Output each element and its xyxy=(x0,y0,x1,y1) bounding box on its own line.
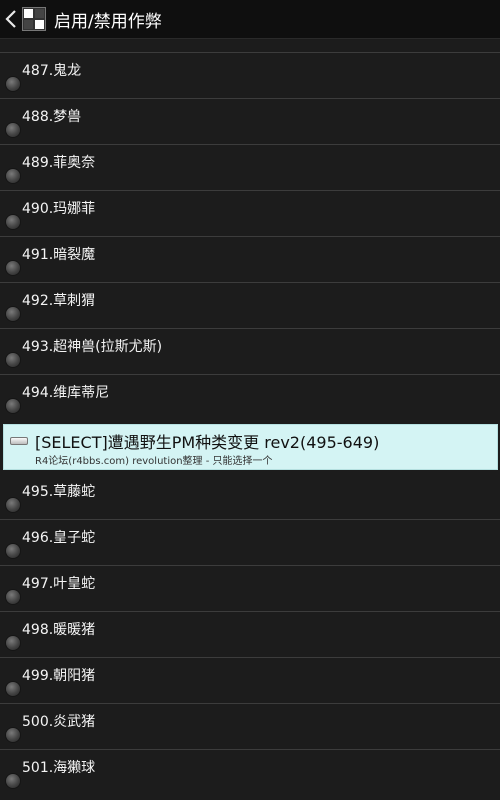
radio-icon[interactable] xyxy=(6,399,20,413)
radio-icon[interactable] xyxy=(6,123,20,137)
list-item-label: 494.维库蒂尼 xyxy=(22,385,110,401)
list-item[interactable]: 496.皇子蛇 xyxy=(0,519,500,565)
list-item-label: 501.海獭球 xyxy=(22,760,96,776)
section-title: [SELECT]遭遇野生PM种类变更 rev2(495-649) xyxy=(35,433,380,452)
list-item[interactable]: 491.暗裂魔 xyxy=(0,236,500,282)
radio-icon[interactable] xyxy=(6,169,20,183)
list-item-label: 496.皇子蛇 xyxy=(22,530,96,546)
radio-icon[interactable] xyxy=(6,215,20,229)
list-item-label: 491.暗裂魔 xyxy=(22,247,96,263)
radio-icon[interactable] xyxy=(6,353,20,367)
list-item-label: 488.梦兽 xyxy=(22,109,82,125)
list-item[interactable]: 490.玛娜菲 xyxy=(0,190,500,236)
app-icon[interactable] xyxy=(22,7,46,31)
action-bar: 启用/禁用作弊 xyxy=(0,0,500,39)
radio-icon[interactable] xyxy=(6,77,20,91)
list-item-label: 499.朝阳猪 xyxy=(22,668,96,684)
list-item[interactable]: 499.朝阳猪 xyxy=(0,657,500,703)
radio-icon[interactable] xyxy=(6,682,20,696)
list-item-label: 487.鬼龙 xyxy=(22,63,82,79)
radio-icon[interactable] xyxy=(6,307,20,321)
list-item-label: 493.超神兽(拉斯尤斯) xyxy=(22,339,163,355)
list-item[interactable]: 498.暖暖猪 xyxy=(0,611,500,657)
list-item-label: 492.草刺猬 xyxy=(22,293,96,309)
radio-icon[interactable] xyxy=(6,261,20,275)
section-header-select[interactable]: [SELECT]遭遇野生PM种类变更 rev2(495-649) R4论坛(r4… xyxy=(3,424,498,470)
list-item[interactable]: 497.叶皇蛇 xyxy=(0,565,500,611)
list-item-label: 497.叶皇蛇 xyxy=(22,576,96,592)
page-title: 启用/禁用作弊 xyxy=(54,11,162,32)
radio-icon[interactable] xyxy=(6,498,20,512)
list-item[interactable]: 493.超神兽(拉斯尤斯) xyxy=(0,328,500,374)
list-item[interactable]: 488.梦兽 xyxy=(0,98,500,144)
radio-icon[interactable] xyxy=(6,636,20,650)
list-item[interactable]: 495.草藤蛇 xyxy=(0,474,500,519)
list-item-label: 495.草藤蛇 xyxy=(22,484,96,500)
radio-icon[interactable] xyxy=(6,544,20,558)
list-item-label: 489.菲奥奈 xyxy=(22,155,96,171)
section-subtitle: R4论坛(r4bbs.com) revolution整理 - 只能选择一个 xyxy=(35,456,273,467)
list-item[interactable]: 500.炎武猪 xyxy=(0,703,500,749)
list-item[interactable]: 487.鬼龙 xyxy=(0,52,500,98)
back-chevron-icon[interactable] xyxy=(2,0,20,38)
list-item[interactable]: 494.维库蒂尼 xyxy=(0,374,500,420)
radio-icon[interactable] xyxy=(6,774,20,788)
collapse-minus-icon[interactable] xyxy=(10,437,28,445)
radio-icon[interactable] xyxy=(6,590,20,604)
list-item[interactable]: 489.菲奥奈 xyxy=(0,144,500,190)
list-item[interactable]: 501.海獭球 xyxy=(0,749,500,795)
radio-icon[interactable] xyxy=(6,728,20,742)
list-top-spacer xyxy=(0,38,500,52)
list-item-label: 490.玛娜菲 xyxy=(22,201,96,217)
list-item[interactable]: 492.草刺猬 xyxy=(0,282,500,328)
list-item-label: 500.炎武猪 xyxy=(22,714,96,730)
list-item-label: 498.暖暖猪 xyxy=(22,622,96,638)
cheat-list[interactable]: 487.鬼龙 488.梦兽 489.菲奥奈 490.玛娜菲 491.暗裂魔 49… xyxy=(0,38,500,800)
